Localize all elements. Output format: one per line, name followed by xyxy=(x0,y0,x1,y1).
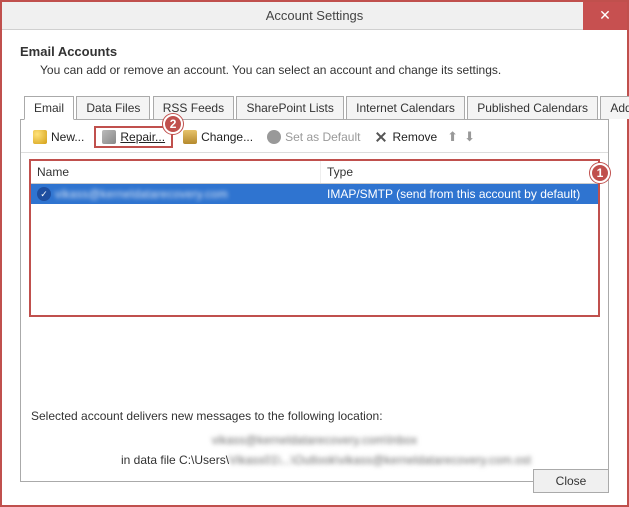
content-area: Email Accounts You can add or remove an … xyxy=(2,30,627,482)
section-heading: Email Accounts xyxy=(20,44,609,59)
tab-email[interactable]: Email xyxy=(24,96,74,120)
delivery-location: Selected account delivers new messages t… xyxy=(31,409,598,467)
col-name[interactable]: Name xyxy=(31,161,321,183)
tab-strip: Email Data Files RSS Feeds SharePoint Li… xyxy=(20,95,609,120)
repair-icon xyxy=(102,130,116,144)
tab-body: New... Repair... 2 Change... Set as Defa… xyxy=(20,120,609,482)
account-settings-window: Account Settings ✕ Email Accounts You ca… xyxy=(0,0,629,507)
delivery-line2b: Vikass01\...\Outlook\vikass@kerneldatare… xyxy=(229,453,531,467)
change-button[interactable]: Change... xyxy=(179,128,257,146)
table-row[interactable]: vikass@kerneldatarecovery.com IMAP/SMTP … xyxy=(31,184,598,204)
delivery-line2a: in data file C:\Users\ xyxy=(121,453,229,467)
cell-type: IMAP/SMTP (send from this account by def… xyxy=(321,185,598,203)
new-icon xyxy=(33,130,47,144)
delivery-intro: Selected account delivers new messages t… xyxy=(31,409,598,423)
remove-label: Remove xyxy=(392,130,437,144)
window-title: Account Settings xyxy=(266,8,364,23)
table-header: Name Type xyxy=(31,161,598,184)
remove-icon xyxy=(374,130,388,144)
close-button-label: Close xyxy=(556,474,587,488)
tab-address-books[interactable]: Address Books xyxy=(600,96,629,119)
check-icon xyxy=(267,130,281,144)
titlebar: Account Settings ✕ xyxy=(2,2,627,30)
move-down-button[interactable]: ⬇ xyxy=(464,129,475,145)
section-subheading: You can add or remove an account. You ca… xyxy=(40,63,609,77)
annotation-badge-1: 1 xyxy=(590,163,610,183)
close-icon: ✕ xyxy=(599,7,611,23)
annotation-badge-2: 2 xyxy=(163,114,183,134)
default-account-icon xyxy=(37,187,51,201)
set-default-button[interactable]: Set as Default xyxy=(263,128,364,146)
repair-button[interactable]: Repair... 2 xyxy=(94,126,173,148)
tab-internet-calendars[interactable]: Internet Calendars xyxy=(346,96,465,119)
tab-data-files[interactable]: Data Files xyxy=(76,96,150,119)
tab-published-calendars[interactable]: Published Calendars xyxy=(467,96,598,119)
change-label: Change... xyxy=(201,130,253,144)
toolbar: New... Repair... 2 Change... Set as Defa… xyxy=(21,120,608,153)
col-type[interactable]: Type xyxy=(321,161,598,183)
window-close-button[interactable]: ✕ xyxy=(583,2,627,30)
set-default-label: Set as Default xyxy=(285,130,360,144)
repair-label: Repair... xyxy=(120,130,165,144)
new-button[interactable]: New... xyxy=(29,128,88,146)
tab-sharepoint-lists[interactable]: SharePoint Lists xyxy=(236,96,343,119)
delivery-line1: vikass@kerneldatarecovery.com\Inbox xyxy=(212,433,417,447)
new-label: New... xyxy=(51,130,84,144)
move-up-button[interactable]: ⬆ xyxy=(447,129,458,145)
change-icon xyxy=(183,130,197,144)
tab-rss-feeds[interactable]: RSS Feeds xyxy=(153,96,234,119)
accounts-table: 1 Name Type vikass@kerneldatarecovery.co… xyxy=(29,159,600,317)
cell-name: vikass@kerneldatarecovery.com xyxy=(31,185,321,203)
remove-button[interactable]: Remove xyxy=(370,128,441,146)
account-name: vikass@kerneldatarecovery.com xyxy=(55,187,228,201)
close-button[interactable]: Close xyxy=(533,469,609,493)
